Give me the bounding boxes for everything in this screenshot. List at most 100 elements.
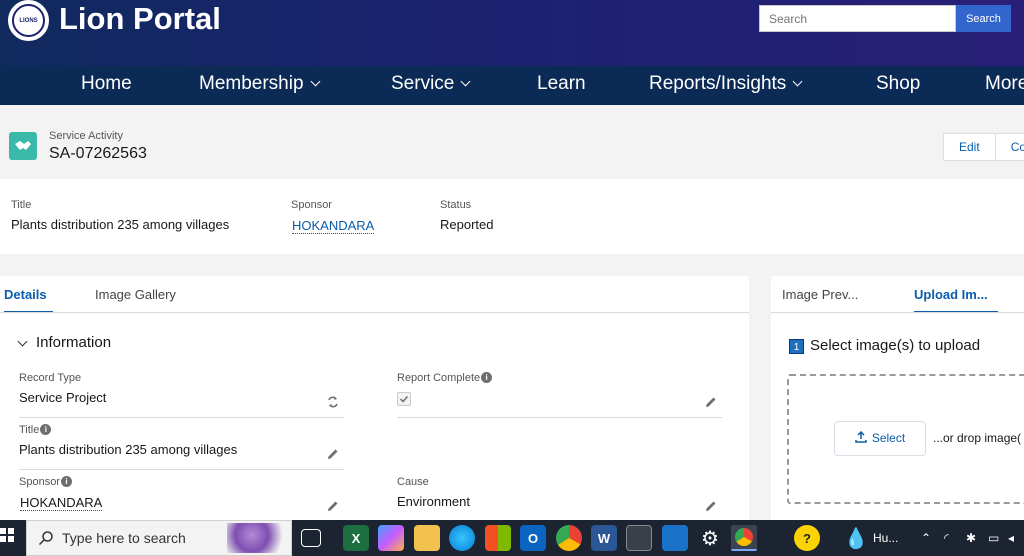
cause-field-value: Environment [397, 494, 470, 509]
details-panel [0, 276, 749, 526]
lions-logo-emblem: LIONS [12, 4, 45, 37]
tab-upload-images[interactable]: Upload Im... [914, 276, 998, 313]
edit-pencil-icon[interactable] [327, 448, 339, 460]
calendar-icon[interactable] [662, 525, 688, 551]
service-activity-icon [9, 132, 37, 160]
section-information-title[interactable]: Information [36, 334, 111, 351]
brand-title[interactable]: Lion Portal [59, 0, 221, 38]
highlight-title-value: Plants distribution 235 among villages [11, 217, 230, 232]
field-divider [19, 469, 344, 470]
change-record-type-icon[interactable] [327, 396, 339, 408]
highlight-title-label: Title [11, 199, 32, 211]
clone-button[interactable]: Co [995, 133, 1024, 161]
chevron-down-icon [310, 76, 320, 87]
record-actions: Edit Co [943, 133, 1024, 161]
nav-shop-label: Shop [876, 73, 921, 94]
edit-pencil-icon[interactable] [327, 500, 339, 512]
record-type-label: Record Type [19, 372, 82, 384]
settings-gear-icon[interactable]: ⚙ [697, 525, 723, 551]
select-images-button[interactable]: Select [834, 421, 926, 456]
file-explorer-icon[interactable] [414, 525, 440, 551]
chevron-down-icon [460, 76, 471, 87]
chevron-up-icon[interactable]: ⌃ [921, 531, 931, 545]
flower-graphic [227, 523, 289, 553]
device-icon[interactable]: ▭ [988, 531, 999, 545]
sponsor-field-label: Sponsor i [19, 476, 72, 488]
highlight-sponsor-link[interactable]: HOKANDARA [292, 218, 375, 234]
title-field-value: Plants distribution 235 among villages [19, 442, 238, 457]
word-icon[interactable]: W [591, 525, 617, 551]
nav-membership[interactable]: Membership [199, 66, 320, 105]
record-type-value: Service Project [19, 390, 107, 405]
calculator-icon[interactable] [626, 525, 652, 551]
upload-icon [855, 430, 867, 443]
record-name: SA-07262563 [49, 145, 147, 162]
task-view-icon[interactable] [301, 529, 321, 547]
edit-pencil-icon[interactable] [705, 396, 717, 408]
sponsor-field-link[interactable]: HOKANDARA [20, 495, 103, 511]
wifi-icon[interactable]: ◜ [944, 531, 949, 545]
field-divider [19, 417, 344, 418]
chrome-icon[interactable] [556, 525, 582, 551]
copilot-icon[interactable] [378, 525, 404, 551]
nav-membership-label: Membership [199, 73, 304, 94]
tab-details[interactable]: Details [4, 276, 53, 313]
report-complete-label-text: Report Complete [397, 372, 481, 384]
search-button[interactable]: Search [956, 5, 1011, 32]
chrome-profile-icon[interactable] [731, 525, 757, 551]
outlook-icon[interactable]: O [520, 525, 546, 551]
edit-button[interactable]: Edit [943, 133, 996, 161]
search-input[interactable] [759, 5, 956, 32]
tab-image-gallery[interactable]: Image Gallery [95, 276, 176, 313]
edge-icon[interactable] [449, 525, 475, 551]
tab-divider [0, 312, 749, 313]
highlight-status-label: Status [440, 199, 472, 211]
step-number-badge: 1 [789, 339, 804, 354]
bluetooth-icon[interactable]: ✱ [966, 531, 976, 545]
info-icon[interactable]: i [40, 424, 52, 435]
nav-shop[interactable]: Shop [876, 66, 920, 105]
chrome-profile-icon-badge [735, 528, 753, 546]
title-field-label: Title i [19, 424, 52, 436]
info-icon[interactable]: i [481, 372, 493, 383]
select-button-label: Select [871, 431, 906, 445]
nav-more[interactable]: More [985, 66, 1024, 105]
cause-field-label: Cause [397, 476, 429, 488]
help-icon[interactable]: ? [794, 525, 820, 551]
weather-text[interactable]: Hu... [873, 531, 898, 545]
chevron-down-icon [792, 76, 803, 87]
highlight-status-value: Reported [440, 217, 494, 232]
edit-pencil-icon[interactable] [705, 500, 717, 512]
step-label: Select image(s) to upload [810, 337, 981, 354]
lions-logo[interactable]: LIONS [8, 0, 49, 41]
main-nav: Home Membership Service Learn Reports/In… [0, 66, 1024, 105]
sponsor-field-label-text: Sponsor [19, 476, 60, 488]
record-object-type: Service Activity [49, 130, 123, 142]
nav-reports-label: Reports/Insights [649, 73, 787, 94]
windows-start-icon[interactable] [0, 528, 14, 542]
title-field-label-text: Title [19, 424, 40, 436]
nav-home-label: Home [81, 73, 132, 94]
report-complete-checkbox [397, 392, 411, 406]
nav-reports-insights[interactable]: Reports/Insights [649, 66, 803, 105]
search-icon [38, 531, 53, 546]
tab-image-preview[interactable]: Image Prev... [782, 276, 858, 313]
store-icon[interactable] [485, 525, 511, 551]
tab-divider [771, 312, 1024, 313]
nav-learn[interactable]: Learn [537, 66, 586, 105]
report-complete-label: Report Complete i [397, 372, 493, 384]
speaker-icon[interactable]: ◂ [1008, 531, 1014, 545]
nav-more-label: More [985, 73, 1024, 94]
checkmark-icon [399, 395, 409, 403]
nav-service[interactable]: Service [391, 66, 471, 105]
highlight-sponsor-label: Sponsor [291, 199, 332, 211]
weather-water-icon: 💧 [843, 527, 869, 550]
taskbar-search-placeholder: Type here to search [62, 530, 186, 546]
nav-learn-label: Learn [537, 73, 586, 94]
drop-hint-text: ...or drop image( [933, 431, 1022, 445]
portal-header: LIONS Lion Portal Search [0, 0, 1024, 66]
excel-icon[interactable]: X [343, 525, 369, 551]
info-icon[interactable]: i [60, 476, 72, 487]
field-divider [397, 417, 722, 418]
nav-home[interactable]: Home [81, 66, 132, 105]
